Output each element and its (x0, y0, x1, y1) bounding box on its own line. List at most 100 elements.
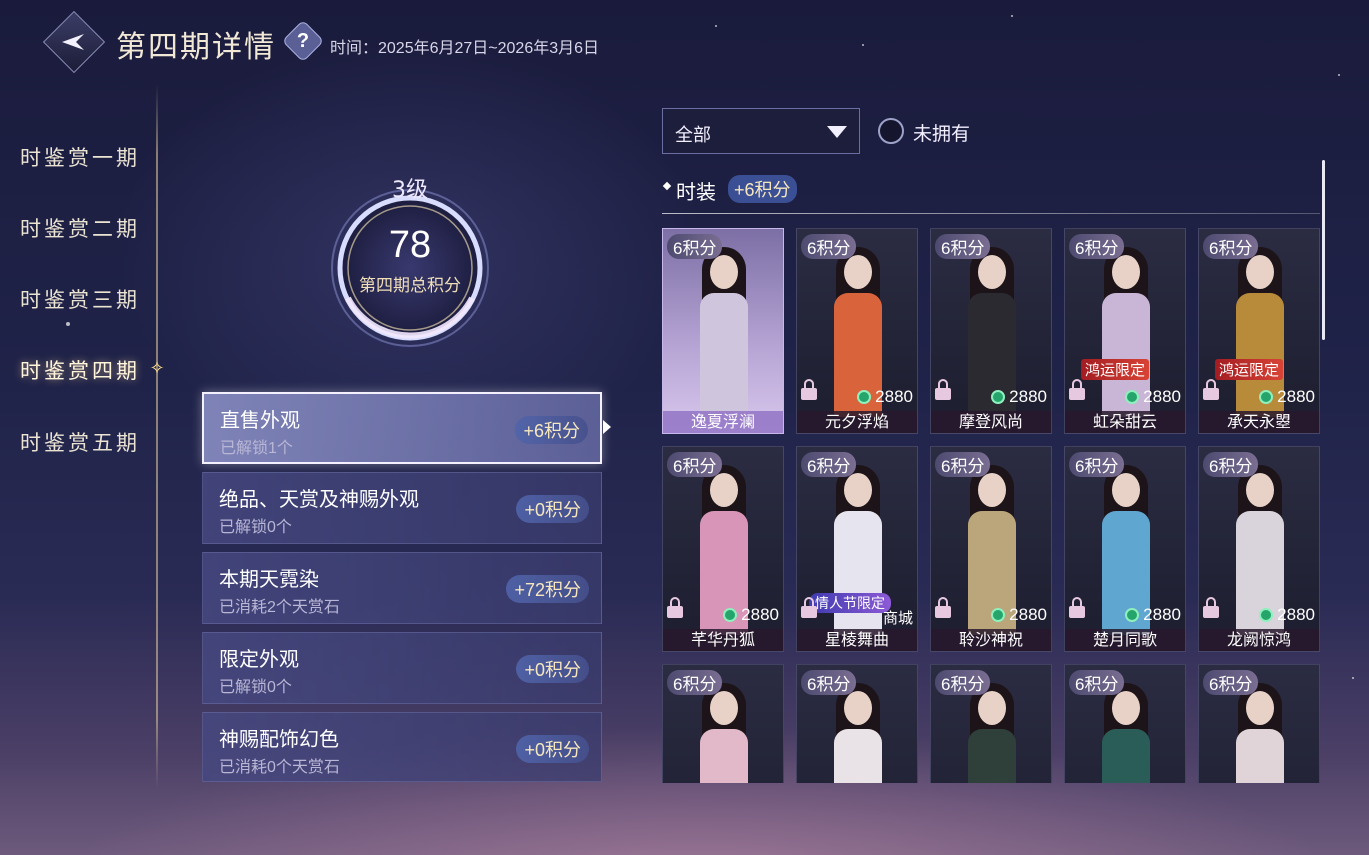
grid-scrollbar[interactable] (1322, 160, 1325, 340)
jade-coin-icon (991, 390, 1006, 404)
not-owned-radio[interactable] (878, 118, 904, 144)
category-subtitle: 已解锁0个 (219, 679, 292, 696)
price: 2880 (1259, 387, 1315, 407)
outfit-name: 楚月同歌 (1065, 629, 1185, 651)
outfit-card[interactable]: 6积分 2880 楚月同歌 (1064, 446, 1186, 652)
jade-coin-icon (1125, 608, 1140, 622)
question-mark-icon: ? (296, 30, 310, 52)
category-limited[interactable]: 限定外观 已解锁0个 +0积分 (202, 632, 602, 704)
shop-label: 商城 (882, 610, 913, 627)
category-points-badge: +72积分 (506, 575, 589, 603)
outfit-card[interactable]: 6积分 2880 芊华丹狐 (662, 446, 784, 652)
outfit-card[interactable]: 6积分逸夏浮澜 (662, 228, 784, 434)
points-badge: 6积分 (667, 234, 723, 259)
sidebar-item-period-5[interactable]: 时鉴赏五期 (20, 427, 140, 457)
outfit-card[interactable]: 6积分 2880 龙阙惊鸿 (1198, 446, 1320, 652)
outfit-name: 摩登风尚 (931, 411, 1051, 433)
price: 2880 (723, 605, 779, 625)
star-decoration (1011, 15, 1013, 17)
jade-coin-icon (857, 390, 872, 404)
lock-icon (801, 379, 817, 400)
star-decoration (1352, 677, 1354, 679)
lock-icon (1069, 379, 1085, 400)
points-badge: 6积分 (667, 670, 723, 695)
outfit-name: 虹朵甜云 (1065, 411, 1185, 433)
sidebar-item-period-3[interactable]: 时鉴赏三期 (20, 284, 140, 314)
star-decoration (66, 322, 70, 326)
points-badge: 6积分 (935, 234, 991, 259)
price-value: 2880 (1009, 387, 1047, 406)
price: 2880 (1259, 605, 1315, 625)
price-value: 2880 (1009, 605, 1047, 624)
back-arrow-icon (62, 34, 84, 50)
price: 2880 (991, 387, 1047, 407)
category-title: 神赐配饰幻色 (219, 727, 339, 751)
outfit-card[interactable]: 6积分 (662, 664, 784, 783)
category-subtitle: 已消耗2个天赏石 (219, 599, 340, 616)
outfit-card[interactable]: 6积分 鸿运限定 2880 虹朵甜云 (1064, 228, 1186, 434)
outfit-card[interactable]: 6积分 鸿运限定 2880 承天永曌 (1198, 228, 1320, 434)
section-title: 时装 (676, 180, 716, 204)
outfit-figure-icon (828, 683, 888, 783)
price-value: 2880 (1277, 387, 1315, 406)
points-badge: 6积分 (1203, 234, 1259, 259)
points-badge: 6积分 (1203, 670, 1259, 695)
outfit-name: 星棱舞曲 (797, 629, 917, 651)
price-value: 2880 (875, 387, 913, 406)
points-badge: 6积分 (1069, 452, 1125, 477)
points-badge: 6积分 (1203, 452, 1259, 477)
price-value: 2880 (1277, 605, 1315, 624)
outfit-card[interactable]: 6积分 (930, 664, 1052, 783)
outfit-grid: 6积分 逸夏浮澜 6积分 2880 元夕浮焰 6积分 2880 摩登风尚 6积分 鸿运限定 2880… (662, 228, 1322, 783)
category-points-badge: +0积分 (516, 655, 589, 683)
points-badge: 6积分 (801, 452, 857, 477)
outfit-figure-icon (694, 247, 754, 417)
outfit-name: 芊华丹狐 (663, 629, 783, 651)
lock-icon (667, 597, 683, 618)
category-dye[interactable]: 本期天霓染 已消耗2个天赏石 +72积分 (202, 552, 602, 624)
sidebar-item-period-4[interactable]: 时鉴赏四期 (20, 355, 140, 385)
price: 2880 (1125, 387, 1181, 407)
outfit-card[interactable]: 6积分 2880 元夕浮焰 (796, 228, 918, 434)
total-score: 78 (388, 224, 432, 266)
filter-dropdown[interactable]: 全部 (662, 108, 860, 154)
jade-coin-icon (723, 608, 738, 622)
points-badge: 6积分 (1069, 234, 1125, 259)
outfit-name: 承天永曌 (1199, 411, 1319, 433)
category-accessory-color[interactable]: 神赐配饰幻色 已消耗0个天赏石 +0积分 (202, 712, 602, 782)
points-badge: 6积分 (935, 670, 991, 695)
dropdown-triangle-icon (827, 126, 847, 138)
jade-coin-icon (991, 608, 1006, 622)
outfit-card[interactable]: 6积分 2880 摩登风尚 (930, 228, 1052, 434)
outfit-name: 元夕浮焰 (797, 411, 917, 433)
sidebar-item-period-1[interactable]: 时鉴赏一期 (20, 142, 140, 172)
price: 2880 (991, 605, 1047, 625)
section-diamond-icon (662, 181, 672, 191)
outfit-figure-icon (1096, 683, 1156, 783)
points-badge: 6积分 (667, 452, 723, 477)
selected-arrow-icon (603, 420, 611, 434)
lock-icon (1203, 379, 1219, 400)
outfit-card[interactable]: 6积分 (1198, 664, 1320, 783)
sidebar-divider (156, 84, 158, 789)
level-label: 3级 (392, 178, 428, 203)
outfit-name: 逸夏浮澜 (663, 411, 783, 433)
outfit-card[interactable]: 6积分 情人节限定 商城 星棱舞曲 (796, 446, 918, 652)
not-owned-label[interactable]: 未拥有 (913, 119, 970, 146)
category-title: 直售外观 (220, 408, 300, 432)
active-marker-icon: ✧ (149, 358, 165, 378)
outfit-card[interactable]: 6积分 (1064, 664, 1186, 783)
outfit-card[interactable]: 6积分 2880 聆沙神祝 (930, 446, 1052, 652)
outfit-card[interactable]: 6积分 (796, 664, 918, 783)
category-subtitle: 已解锁1个 (220, 440, 293, 457)
category-title: 限定外观 (219, 647, 299, 671)
category-premium[interactable]: 绝品、天赏及神赐外观 已解锁0个 +0积分 (202, 472, 602, 544)
lock-icon (935, 597, 951, 618)
sidebar-item-period-2[interactable]: 时鉴赏二期 (20, 213, 140, 243)
header: 第四期详情 ? 时间：2025年6月27日~2026年3月6日 (42, 10, 688, 74)
category-direct-sale[interactable]: 直售外观 已解锁1个 +6积分 (202, 392, 602, 464)
outfit-name: 聆沙神祝 (931, 629, 1051, 651)
price: 2880 (857, 387, 913, 407)
filter-selected: 全部 (675, 125, 711, 145)
points-badge: 6积分 (801, 670, 857, 695)
